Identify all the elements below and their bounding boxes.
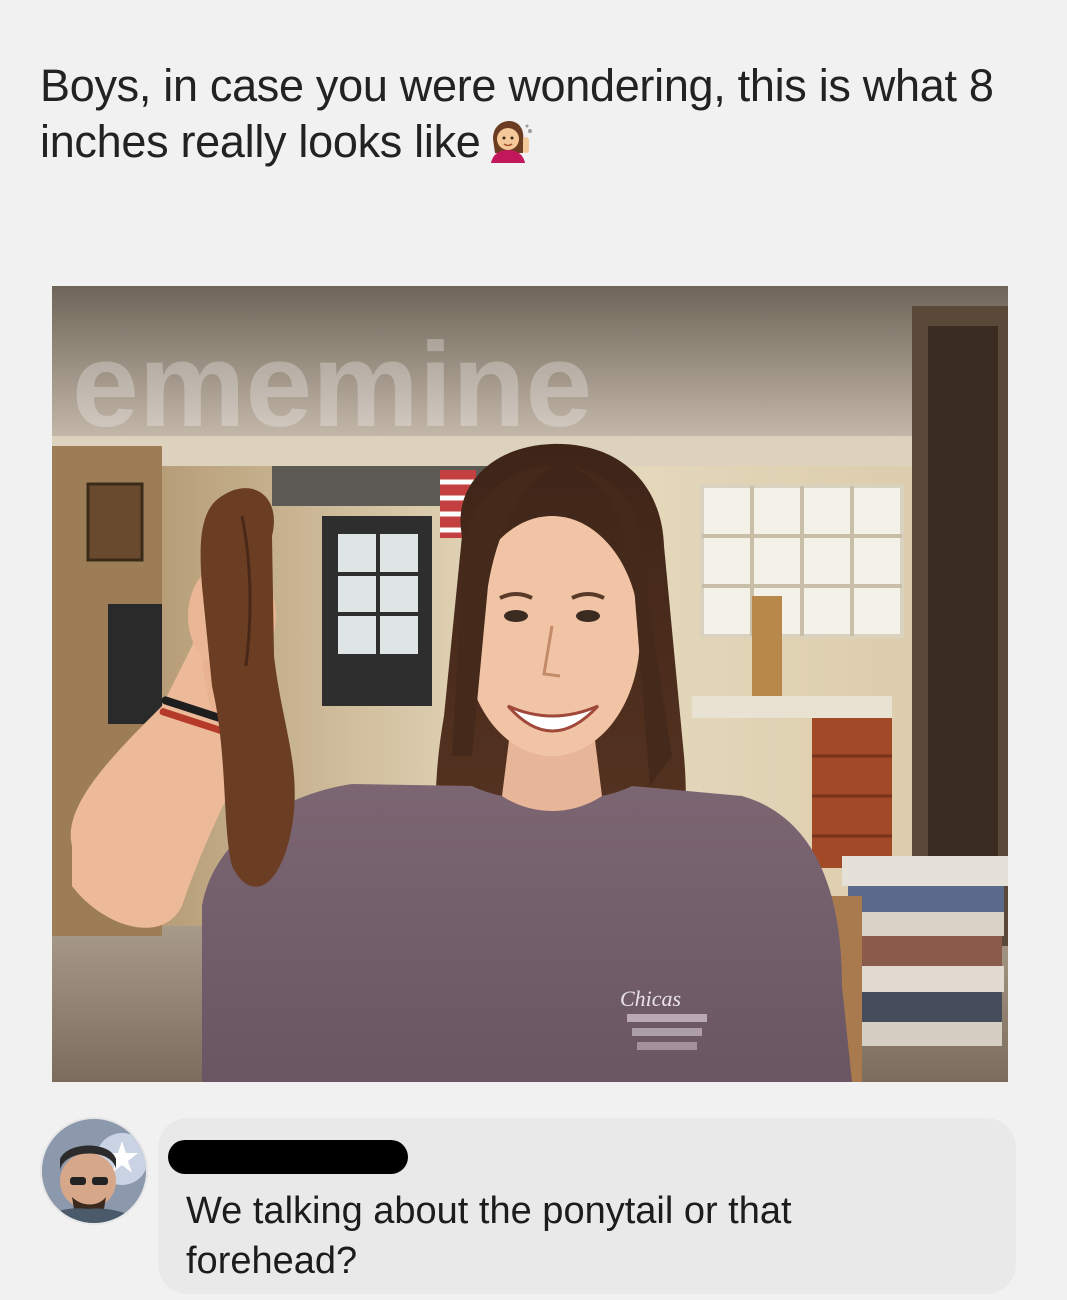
comment-bubble: We talking about the ponytail or that fo… [158, 1118, 1016, 1294]
redacted-commenter-name [168, 1140, 408, 1174]
woman-tipping-hand-emoji-icon [487, 119, 533, 163]
watermark: ememine [72, 318, 592, 452]
shirt-text: Chicas [620, 986, 681, 1011]
post-photo[interactable]: ememine Chicas [52, 286, 1008, 1082]
commenter-avatar[interactable] [40, 1117, 148, 1225]
comment-text: We talking about the ponytail or that fo… [186, 1190, 792, 1282]
post-text: Boys, in case you were wondering, this i… [40, 58, 1030, 170]
